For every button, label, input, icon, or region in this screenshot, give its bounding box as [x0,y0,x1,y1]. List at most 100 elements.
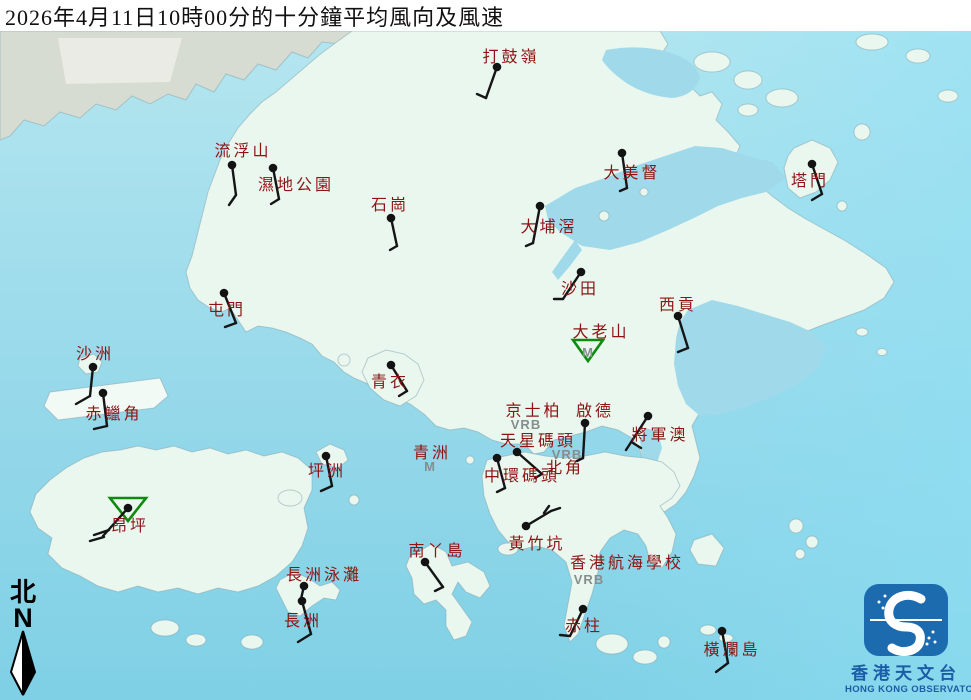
wind-barb [526,243,533,246]
station-cheung-chau-beach: 長洲泳灘 [286,566,362,599]
hko-emblem-icon [845,582,967,658]
wind-barb [497,488,505,492]
station-wetland-park: 濕地公園 [258,164,334,204]
wind-barb [94,426,107,429]
station-sai-kung: 西貢 [659,297,697,352]
wind-barb [399,391,407,396]
station-label: 青衣 [371,373,409,391]
station-lau-fau-shan: 流浮山 [214,142,271,205]
station-label: 長洲泳灘 [286,566,362,584]
wind-barb [678,348,688,352]
station-dot [387,361,396,370]
station-kings-park: 京士柏VRB [505,402,562,432]
station-dot [298,597,307,606]
wind-barb [298,634,311,642]
station-label: 大美督 [603,164,660,182]
station-dot [228,161,237,170]
station-label: 沙洲 [76,346,114,363]
station-label: 坪洲 [308,462,346,480]
wind-barb [425,562,443,587]
station-dot [644,412,653,421]
station-shek-kong: 石崗 [371,196,409,250]
station-label: 西貢 [659,297,697,314]
station-label: 濕地公園 [258,176,334,194]
station-dot [99,389,108,398]
station-dot [89,363,98,372]
station-hk-sea-school: 香港航海學校VRB [570,554,684,587]
wind-barb [716,663,728,672]
wind-barb [551,508,560,511]
station-label: 打鼓嶺 [482,48,539,66]
station-label: 塔門 [791,172,829,190]
wind-barb [90,537,104,541]
station-status: VRB [574,572,604,587]
station-dot [579,605,588,614]
station-status: VRB [511,417,541,432]
wind-barb [486,67,497,98]
hko-name-en: HONG KONG OBSERVATORY [845,684,967,695]
wind-barb [620,188,627,191]
title-bar: 2026年4月11日10時00分的十分鐘平均風向及風速 [0,0,971,31]
station-label: 啟德 [576,402,614,420]
station-label: 大老山 [572,323,629,341]
wind-barb [526,511,551,526]
station-label: 大埔滘 [520,218,577,236]
station-dot [718,627,727,636]
station-tai-po-kau: 大埔滘 [520,202,577,246]
station-dot [322,452,331,461]
hko-name-cn: 香港天文台 [845,659,967,684]
station-status: M [424,459,436,474]
wind-barb [321,486,332,491]
wind-map: 打鼓嶺流浮山濕地公園石崗屯門 大美督大埔滘 塔門沙田西貢大老山 M 沙洲赤鱲角昂坪 坪洲 青… [0,0,971,700]
station-label: 中環碼頭 [484,467,560,485]
wind-barb [225,323,236,327]
station-ta-kwu-ling: 打鼓嶺 [477,48,540,98]
station-dot [124,504,133,513]
station-dot [387,214,396,223]
wind-barb [560,635,570,636]
wind-barb [812,194,822,200]
station-label: 屯門 [208,301,246,319]
station-sha-tin: 沙田 [554,268,599,299]
station-dot [493,454,502,463]
wind-barb [271,199,279,204]
station-waglan-island: 橫瀾島 [703,627,760,672]
station-label: 昂坪 [111,517,149,535]
station-stanley: 赤柱 [560,605,603,636]
stations-layer: 打鼓嶺流浮山濕地公園石崗屯門 大美督大埔滘 塔門沙田西貢大老山 M 沙洲赤鱲角昂坪 坪洲 青… [0,0,971,700]
station-label: 南丫島 [408,542,465,560]
station-label: 流浮山 [214,142,271,160]
station-tuen-mun: 屯門 [208,289,246,327]
station-peng-chau: 坪洲 [308,452,346,491]
wind-barb [76,396,90,404]
compass: 北 N [3,580,43,696]
station-dot [522,522,531,531]
station-label: 香港航海學校 [570,554,684,572]
station-green-island: 青洲M [413,444,451,474]
station-dot [536,202,545,211]
wind-barb [678,316,688,348]
wind-barb [477,94,486,98]
station-label: 將軍澳 [631,426,688,444]
station-label: 沙田 [561,281,599,298]
station-cheung-chau: 長洲 [284,597,322,642]
station-tates-cairn: 大老山 M [572,323,629,361]
station-tsing-yi: 青衣 [371,361,409,396]
compass-north-letter: N [3,606,43,630]
station-label: 黃竹坑 [508,535,565,553]
station-tap-mun: 塔門 [791,160,829,200]
station-label: 赤鱲角 [85,405,142,423]
north-arrow-icon [7,630,39,696]
station-chek-lap-kok: 赤鱲角 [85,389,142,429]
station-dot [618,149,627,158]
station-label: 長洲 [284,612,322,630]
station-dot [808,160,817,169]
station-wong-chuk-hang: 黃竹坑 [508,506,565,553]
wind-barb [390,246,397,250]
station-dot [577,268,586,277]
station-status: M [582,345,594,360]
station-ngong-ping: 昂坪 [90,498,149,541]
wind-barb [90,367,93,396]
station-dot [269,164,278,173]
map-title: 2026年4月11日10時00分的十分鐘平均風向及風速 [0,0,504,32]
